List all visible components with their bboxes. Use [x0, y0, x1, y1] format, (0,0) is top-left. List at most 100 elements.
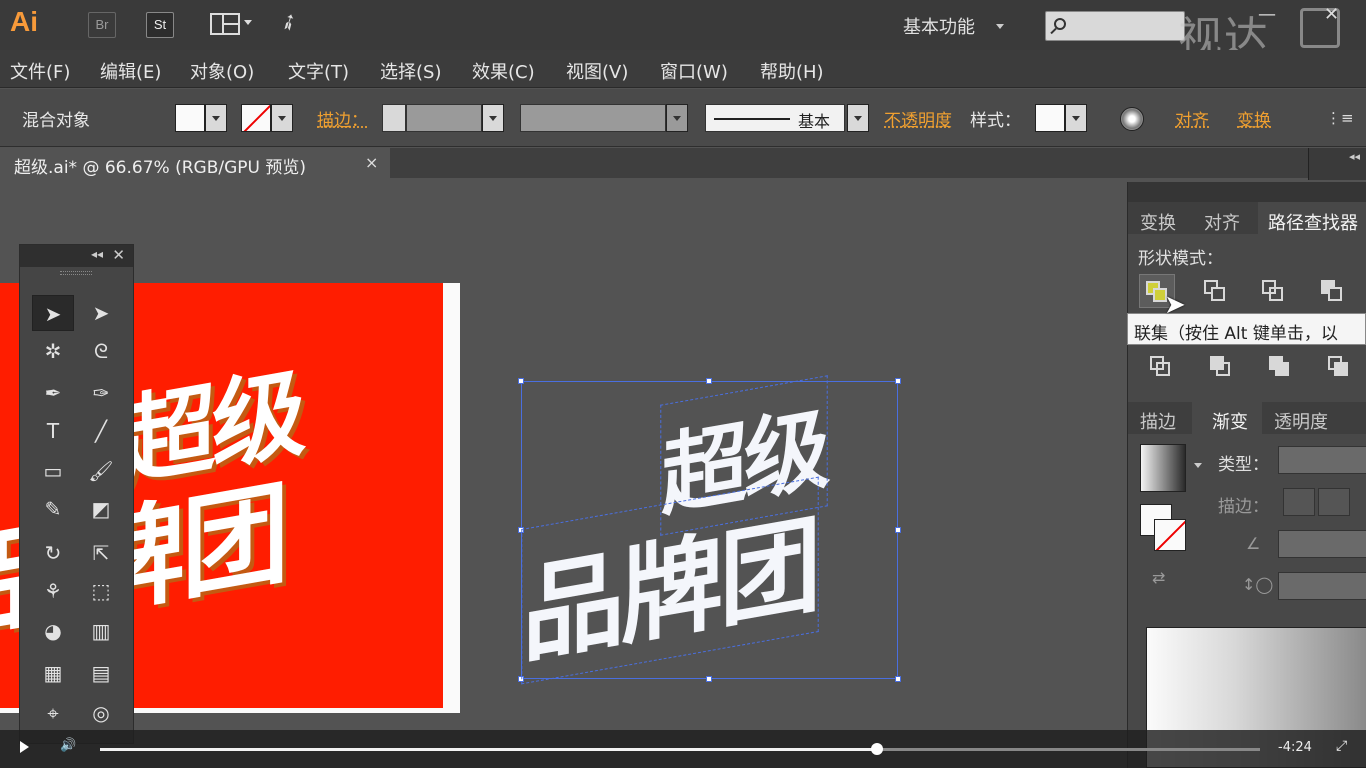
gradient-angle-input[interactable] [1278, 530, 1366, 558]
tab-stroke[interactable]: 描边 [1140, 408, 1176, 434]
pen-tool-icon[interactable]: ✒ [32, 375, 74, 411]
fullscreen-icon[interactable]: ⤢ [1336, 738, 1347, 754]
crop-button[interactable] [1324, 352, 1360, 386]
graphic-style-swatch[interactable] [1035, 104, 1065, 132]
document-tab[interactable]: 超级.ai* @ 66.67% (RGB/GPU 预览) × [0, 148, 390, 180]
gradient-type-select[interactable] [1278, 446, 1366, 474]
graph-tool-icon[interactable]: ▥ [80, 613, 122, 649]
gradient-aspect-input[interactable] [1278, 572, 1366, 600]
stroke-within-button[interactable] [1283, 488, 1315, 516]
intersect-button[interactable] [1256, 274, 1292, 308]
selection-tool-icon[interactable]: ➤ [32, 295, 74, 331]
gradient-tool-icon[interactable]: ▤ [80, 655, 122, 691]
arrange-documents-icon[interactable] [210, 13, 240, 35]
trim-button[interactable] [1206, 352, 1242, 386]
exclude-button[interactable] [1315, 274, 1351, 308]
collapse-icon[interactable]: ◂◂ [91, 247, 103, 261]
rotate-tool-icon[interactable]: ↻ [32, 535, 74, 571]
search-input[interactable] [1045, 11, 1185, 41]
menu-effect[interactable]: 效果(C) [472, 58, 535, 84]
volume-icon[interactable]: 🔊 [60, 738, 76, 753]
menu-view[interactable]: 视图(V) [566, 58, 628, 84]
stroke-box[interactable] [1154, 519, 1186, 551]
line-tool-icon[interactable]: ╱ [80, 413, 122, 449]
type-tool-icon[interactable]: T [32, 413, 74, 449]
chevron-down-icon[interactable] [1194, 463, 1202, 468]
menu-edit[interactable]: 编辑(E) [100, 58, 161, 84]
direct-selection-tool-icon[interactable]: ➤ [80, 295, 122, 331]
stroke-weight-input[interactable] [406, 104, 482, 132]
tab-transform[interactable]: 变换 [1140, 209, 1176, 235]
chevron-down-icon[interactable] [996, 24, 1004, 29]
divide-button[interactable] [1146, 352, 1182, 386]
mesh-tool-icon[interactable]: ▦ [32, 655, 74, 691]
fill-dropdown[interactable] [205, 104, 227, 132]
close-icon[interactable]: ✕ [1324, 4, 1339, 25]
fill-swatch[interactable] [175, 104, 205, 132]
variable-width-profile[interactable] [520, 104, 666, 132]
opacity-panel-link[interactable]: 不透明度 [884, 106, 952, 131]
scale-tool-icon[interactable]: ⇱ [80, 535, 122, 571]
resize-handle[interactable] [706, 378, 712, 384]
minimize-icon[interactable]: — [1258, 4, 1276, 25]
tab-transparency[interactable]: 透明度 [1274, 408, 1328, 434]
grip-icon[interactable] [60, 271, 92, 275]
eyedropper-tool-icon[interactable]: ⌖ [32, 695, 74, 731]
seek-bar[interactable] [100, 743, 1260, 755]
blend-tool-icon[interactable]: ◎ [80, 695, 122, 731]
workspace-switcher[interactable]: 基本功能 [903, 13, 975, 39]
stroke-panel-link[interactable]: 描边： [317, 106, 368, 131]
brush-definition[interactable]: 基本 [705, 104, 845, 132]
resize-handle[interactable] [895, 676, 901, 682]
rectangle-tool-icon[interactable]: ▭ [32, 453, 74, 489]
curvature-tool-icon[interactable]: ✑ [80, 375, 122, 411]
recolor-artwork-icon[interactable] [1120, 107, 1144, 131]
resize-handle[interactable] [895, 378, 901, 384]
menu-object[interactable]: 对象(O) [190, 58, 254, 84]
play-icon[interactable] [20, 741, 29, 753]
panel-menu-icon[interactable]: ⋮≡ [1326, 109, 1354, 127]
tab-pathfinder[interactable]: 路径查找器 [1268, 209, 1358, 235]
tab-align[interactable]: 对齐 [1204, 209, 1240, 235]
shape-builder-tool-icon[interactable]: ◕ [32, 613, 74, 649]
graphic-style-dropdown[interactable] [1065, 104, 1087, 132]
align-panel-link[interactable]: 对齐 [1175, 106, 1209, 131]
eraser-tool-icon[interactable]: ◩ [80, 491, 122, 527]
chevron-down-icon[interactable] [244, 20, 252, 25]
stroke-weight-stepper[interactable] [382, 104, 406, 132]
tab-gradient[interactable]: 渐变 [1212, 408, 1248, 434]
width-tool-icon[interactable]: ⚘ [32, 573, 74, 609]
paintbrush-tool-icon[interactable]: 🖌 [80, 453, 122, 489]
brush-dropdown[interactable] [847, 104, 869, 132]
gradient-swatch[interactable] [1140, 444, 1186, 492]
stroke-swatch[interactable] [241, 104, 271, 132]
close-tab-icon[interactable]: × [365, 153, 378, 172]
variable-width-dropdown[interactable] [666, 104, 688, 132]
rocket-icon[interactable]: ➶ [275, 7, 303, 38]
stroke-along-button[interactable] [1318, 488, 1350, 516]
magic-wand-tool-icon[interactable]: ✲ [32, 333, 74, 369]
menu-help[interactable]: 帮助(H) [760, 58, 824, 84]
merge-button[interactable] [1265, 352, 1301, 386]
transform-panel-link[interactable]: 变换 [1237, 106, 1271, 131]
stroke-weight-dropdown[interactable] [482, 104, 504, 132]
close-icon[interactable]: ✕ [112, 246, 125, 264]
expand-icon[interactable]: ◂◂ [1349, 150, 1360, 163]
resize-handle[interactable] [706, 676, 712, 682]
resize-handle[interactable] [518, 378, 524, 384]
menu-file[interactable]: 文件(F) [10, 58, 70, 84]
lasso-tool-icon[interactable]: ᘓ [80, 333, 122, 369]
stroke-dropdown[interactable] [271, 104, 293, 132]
minus-front-button[interactable] [1198, 274, 1234, 308]
stock-button[interactable]: St [146, 12, 174, 38]
reverse-gradient-icon[interactable]: ⇄ [1152, 568, 1165, 587]
bridge-button[interactable]: Br [88, 12, 116, 38]
menu-type[interactable]: 文字(T) [288, 58, 349, 84]
dock-header[interactable] [1128, 182, 1366, 202]
menu-window[interactable]: 窗口(W) [660, 58, 728, 84]
seek-handle[interactable] [871, 743, 884, 755]
dock-collapse-strip[interactable]: ◂◂ [1308, 148, 1366, 180]
tools-panel-header[interactable]: ◂◂ ✕ [20, 245, 133, 267]
menu-select[interactable]: 选择(S) [380, 58, 441, 84]
pencil-tool-icon[interactable]: ✎ [32, 491, 74, 527]
